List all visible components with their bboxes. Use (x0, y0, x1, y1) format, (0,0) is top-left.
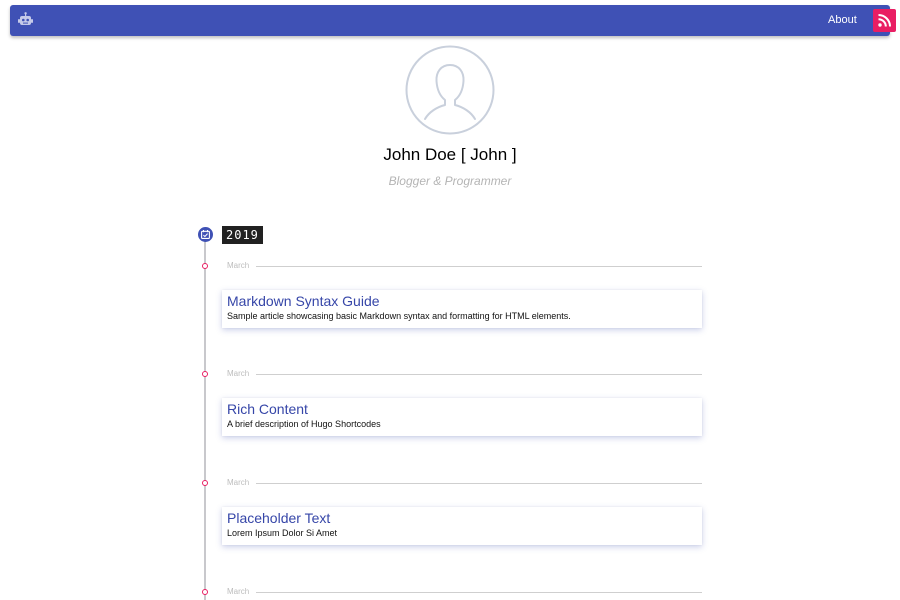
post-card[interactable]: Markdown Syntax Guide Sample article sho… (222, 290, 702, 328)
timeline-dot (202, 371, 208, 377)
post-description: Lorem Ipsum Dolor Si Amet (227, 528, 338, 538)
avatar (405, 45, 495, 135)
divider-line (256, 483, 702, 484)
divider-line (256, 374, 702, 375)
post-card[interactable]: Rich Content A brief description of Hugo… (222, 398, 702, 436)
timeline-line (204, 240, 206, 600)
year-label: 2019 (222, 226, 263, 244)
month-label: March (227, 478, 250, 487)
robot-icon[interactable] (17, 12, 34, 29)
user-silhouette-icon (405, 45, 495, 135)
post-title-link[interactable]: Placeholder Text (227, 510, 697, 527)
rss-icon (878, 14, 891, 27)
timeline-dot (202, 263, 208, 269)
month-divider: March (200, 368, 702, 380)
month-label: March (227, 587, 250, 596)
timeline-dot (202, 589, 208, 595)
post-title-link[interactable]: Rich Content (227, 401, 697, 418)
profile-tagline: Blogger & Programmer (388, 174, 512, 188)
post-description: A brief description of Hugo Shortcodes (227, 419, 381, 429)
month-divider: March (200, 260, 702, 272)
calendar-icon (198, 227, 213, 242)
post-card[interactable]: Placeholder Text Lorem Ipsum Dolor Si Am… (222, 507, 702, 545)
month-label: March (227, 369, 250, 378)
rss-button[interactable] (873, 9, 896, 32)
month-divider: March (200, 477, 702, 489)
post-description: Sample article showcasing basic Markdown… (227, 311, 571, 321)
divider-line (256, 266, 702, 267)
nav-about-link[interactable]: About (828, 5, 857, 36)
timeline-dot (202, 480, 208, 486)
post-title-link[interactable]: Markdown Syntax Guide (227, 293, 697, 310)
month-label: March (227, 261, 250, 270)
divider-line (256, 592, 702, 593)
month-divider: March (200, 586, 702, 598)
top-navbar: About (10, 5, 896, 36)
profile-name: John Doe [ John ] (383, 145, 517, 164)
